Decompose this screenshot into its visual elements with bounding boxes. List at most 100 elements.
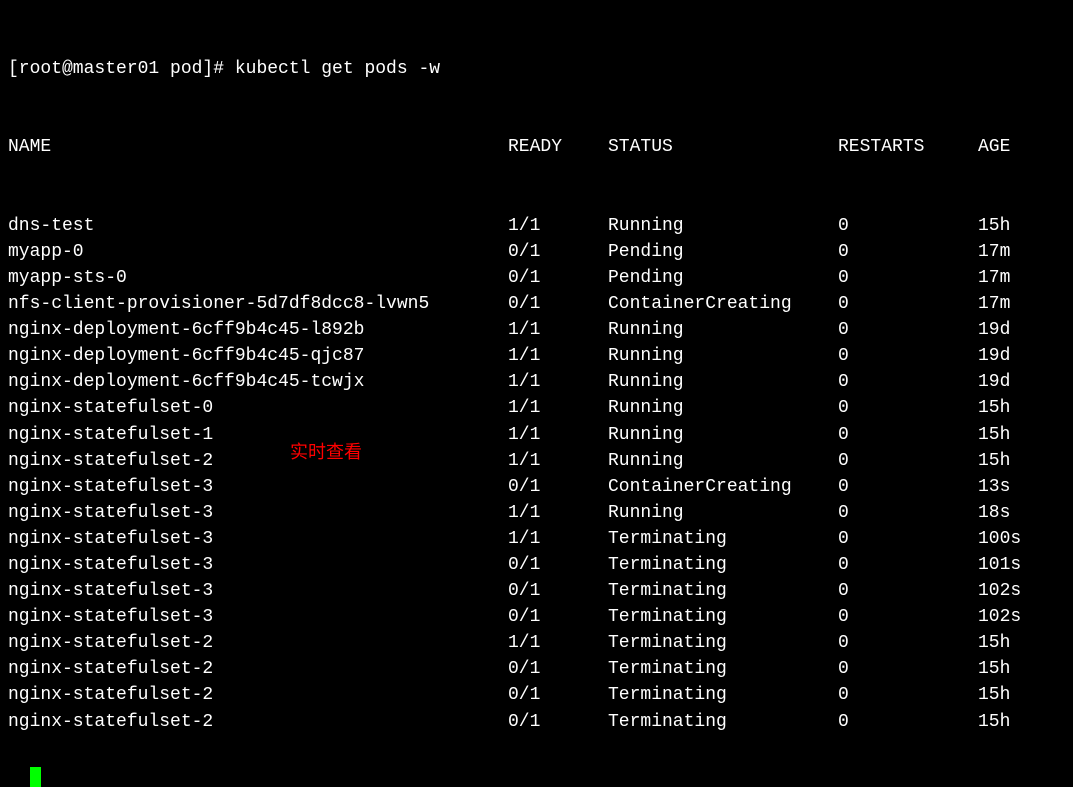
cell-restarts: 0 — [838, 630, 978, 656]
cell-restarts: 0 — [838, 213, 978, 239]
cell-name: nginx-statefulset-2 — [8, 709, 508, 735]
cell-name: nginx-deployment-6cff9b4c45-l892b — [8, 317, 508, 343]
cell-ready: 0/1 — [508, 552, 608, 578]
cell-restarts: 0 — [838, 500, 978, 526]
cell-age: 15h — [978, 448, 1010, 474]
annotation-text: 实时查看 — [290, 439, 362, 465]
cell-name: nginx-statefulset-3 — [8, 578, 508, 604]
table-row: nginx-statefulset-20/1Terminating015h — [8, 656, 1065, 682]
cell-age: 15h — [978, 630, 1010, 656]
table-row: nginx-statefulset-20/1Terminating015h — [8, 682, 1065, 708]
cell-ready: 1/1 — [508, 395, 608, 421]
cell-restarts: 0 — [838, 369, 978, 395]
table-row: myapp-sts-00/1Pending017m — [8, 265, 1065, 291]
cell-status: Running — [608, 448, 838, 474]
cell-name: nfs-client-provisioner-5d7df8dcc8-lvwn5 — [8, 291, 508, 317]
cell-age: 100s — [978, 526, 1021, 552]
cell-age: 15h — [978, 682, 1010, 708]
cell-status: Running — [608, 317, 838, 343]
cell-ready: 0/1 — [508, 291, 608, 317]
cell-name: nginx-statefulset-3 — [8, 474, 508, 500]
cell-status: Terminating — [608, 709, 838, 735]
cell-restarts: 0 — [838, 526, 978, 552]
cell-ready: 0/1 — [508, 239, 608, 265]
cell-ready: 1/1 — [508, 500, 608, 526]
table-row: dns-test1/1Running015h — [8, 213, 1065, 239]
cell-ready: 0/1 — [508, 604, 608, 630]
cell-ready: 1/1 — [508, 317, 608, 343]
cell-ready: 1/1 — [508, 526, 608, 552]
table-row: nginx-statefulset-30/1Terminating0101s — [8, 552, 1065, 578]
cell-name: dns-test — [8, 213, 508, 239]
cell-name: nginx-statefulset-1 — [8, 422, 508, 448]
cell-ready: 1/1 — [508, 422, 608, 448]
table-row: nginx-statefulset-30/1Terminating0102s — [8, 604, 1065, 630]
cell-restarts: 0 — [838, 291, 978, 317]
table-row: myapp-00/1Pending017m — [8, 239, 1065, 265]
cell-status: Terminating — [608, 578, 838, 604]
cell-ready: 1/1 — [508, 630, 608, 656]
cell-ready: 0/1 — [508, 578, 608, 604]
cell-age: 17m — [978, 265, 1010, 291]
cell-age: 102s — [978, 578, 1021, 604]
cell-name: nginx-statefulset-2 — [8, 656, 508, 682]
cell-name: nginx-deployment-6cff9b4c45-tcwjx — [8, 369, 508, 395]
cell-status: Terminating — [608, 682, 838, 708]
cell-name: nginx-statefulset-3 — [8, 552, 508, 578]
cell-restarts: 0 — [838, 682, 978, 708]
header-status: STATUS — [608, 134, 838, 160]
cell-ready: 0/1 — [508, 474, 608, 500]
cell-ready: 1/1 — [508, 343, 608, 369]
cell-status: Terminating — [608, 552, 838, 578]
cell-ready: 0/1 — [508, 656, 608, 682]
cell-restarts: 0 — [838, 422, 978, 448]
table-row: nginx-statefulset-21/1Running015h — [8, 448, 1065, 474]
cell-status: Terminating — [608, 604, 838, 630]
cell-age: 15h — [978, 422, 1010, 448]
table-row: nginx-deployment-6cff9b4c45-l892b1/1Runn… — [8, 317, 1065, 343]
cell-status: Terminating — [608, 656, 838, 682]
cell-age: 15h — [978, 213, 1010, 239]
table-row: nginx-statefulset-21/1Terminating015h — [8, 630, 1065, 656]
cell-age: 17m — [978, 291, 1010, 317]
cell-restarts: 0 — [838, 317, 978, 343]
cell-status: Pending — [608, 239, 838, 265]
table-header: NAMEREADYSTATUSRESTARTSAGE — [8, 134, 1065, 160]
cell-restarts: 0 — [838, 578, 978, 604]
terminal-cursor — [30, 767, 41, 787]
cell-status: Running — [608, 343, 838, 369]
cell-restarts: 0 — [838, 265, 978, 291]
cell-age: 17m — [978, 239, 1010, 265]
cell-age: 15h — [978, 395, 1010, 421]
cell-status: Running — [608, 213, 838, 239]
cell-restarts: 0 — [838, 343, 978, 369]
cell-name: nginx-statefulset-0 — [8, 395, 508, 421]
cell-restarts: 0 — [838, 239, 978, 265]
table-row: nginx-statefulset-30/1Terminating0102s — [8, 578, 1065, 604]
table-row: nginx-statefulset-31/1Terminating0100s — [8, 526, 1065, 552]
header-name: NAME — [8, 134, 508, 160]
cell-status: Running — [608, 500, 838, 526]
cell-age: 101s — [978, 552, 1021, 578]
cell-status: ContainerCreating — [608, 291, 838, 317]
cell-status: Terminating — [608, 526, 838, 552]
terminal-output: [root@master01 pod]# kubectl get pods -w… — [8, 4, 1065, 787]
cell-restarts: 0 — [838, 656, 978, 682]
table-row: nginx-deployment-6cff9b4c45-tcwjx1/1Runn… — [8, 369, 1065, 395]
cell-age: 19d — [978, 369, 1010, 395]
cell-name: nginx-deployment-6cff9b4c45-qjc87 — [8, 343, 508, 369]
cell-status: Running — [608, 422, 838, 448]
cell-name: nginx-statefulset-2 — [8, 448, 508, 474]
table-row: nginx-statefulset-30/1ContainerCreating0… — [8, 474, 1065, 500]
cell-ready: 0/1 — [508, 709, 608, 735]
cell-restarts: 0 — [838, 474, 978, 500]
cell-name: nginx-statefulset-3 — [8, 604, 508, 630]
table-row: nginx-statefulset-31/1Running018s — [8, 500, 1065, 526]
table-row: nginx-deployment-6cff9b4c45-qjc871/1Runn… — [8, 343, 1065, 369]
cell-status: Running — [608, 395, 838, 421]
cell-name: myapp-0 — [8, 239, 508, 265]
cell-restarts: 0 — [838, 709, 978, 735]
cell-age: 15h — [978, 709, 1010, 735]
cell-ready: 0/1 — [508, 682, 608, 708]
cell-ready: 1/1 — [508, 448, 608, 474]
